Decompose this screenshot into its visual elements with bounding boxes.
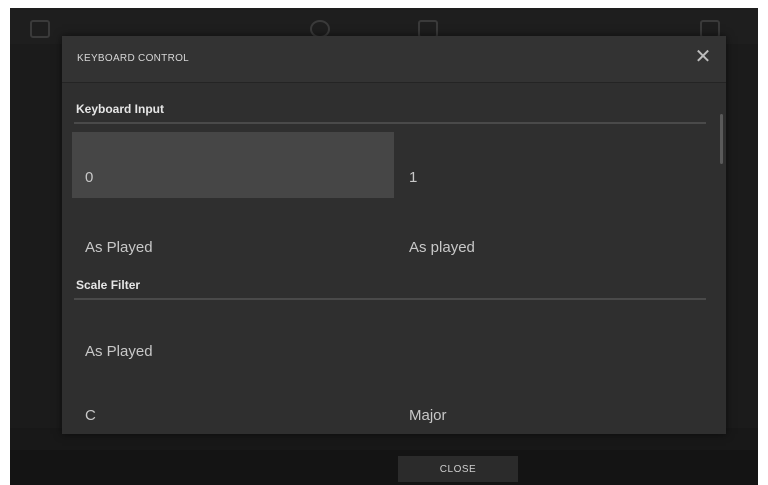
section-title-keyboard-input: Keyboard Input [76, 102, 165, 116]
close-icon[interactable]: ✕ [692, 46, 714, 68]
field-value: As played [409, 239, 475, 256]
field-scale-filter-3[interactable]: Major [396, 370, 718, 434]
field-value: As Played [85, 343, 153, 360]
dialog-header: KEYBOARD CONTROL ✕ [62, 36, 726, 83]
field-scale-filter-2[interactable]: C [72, 370, 394, 434]
field-keyboard-input-1[interactable]: 0 [72, 132, 394, 198]
section-title-scale-filter: Scale Filter [76, 278, 141, 292]
field-value: 1 [409, 169, 418, 186]
field-keyboard-input-3[interactable]: As Played [72, 202, 394, 268]
background-menu-icon [30, 20, 50, 38]
field-keyboard-input-4[interactable]: As played [396, 202, 718, 268]
bottom-bar [10, 450, 758, 485]
field-value: As Played [85, 239, 153, 256]
field-value: 0 [85, 169, 94, 186]
field-keyboard-input-2[interactable]: 1 [396, 132, 718, 198]
section-divider [74, 298, 706, 300]
field-value: C [85, 407, 96, 424]
section-divider [74, 122, 706, 124]
scrollbar[interactable] [720, 114, 723, 164]
keyboard-control-dialog: KEYBOARD CONTROL ✕ Keyboard Input 0 1 As… [62, 36, 726, 434]
field-value: Major [409, 407, 447, 424]
dialog-title: KEYBOARD CONTROL [77, 53, 190, 64]
field-scale-filter-1[interactable]: As Played [72, 306, 394, 372]
device-screen: CLOSE KEYBOARD CONTROL ✕ Keyboard Input … [10, 8, 758, 485]
close-button[interactable]: CLOSE [398, 456, 518, 482]
